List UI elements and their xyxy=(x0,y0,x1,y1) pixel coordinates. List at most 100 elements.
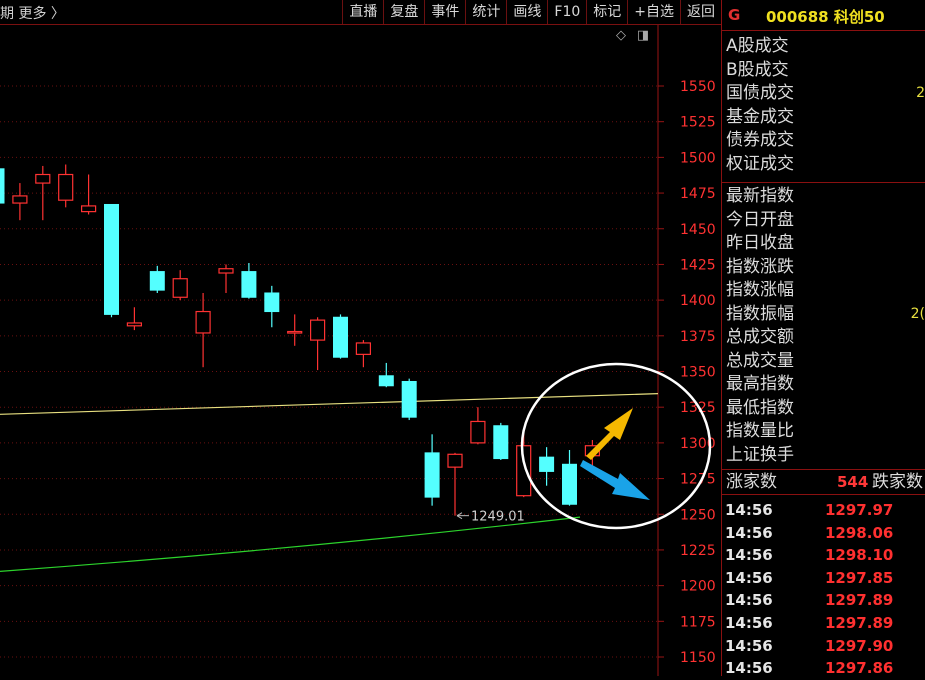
candle-body-down xyxy=(104,203,119,315)
candle-body-down xyxy=(539,456,555,472)
kline-svg[interactable]: 1550 1525 1500 1475 1450 1425 1400 1375 1350 1325… xyxy=(0,25,721,676)
candle-body-up xyxy=(218,268,234,274)
volume-row: 基金成交 xyxy=(722,106,925,130)
volume-label: 权证成交 xyxy=(726,153,794,174)
candle-body-down xyxy=(0,168,5,204)
candle-body-up xyxy=(80,205,97,213)
menu-back[interactable]: 返回 xyxy=(680,0,721,24)
tick-time: 14:56 xyxy=(725,546,773,565)
tick-row: 14:56 1297.89 xyxy=(722,612,925,635)
candle-body-up xyxy=(195,310,211,334)
y-tick-label: 1350 xyxy=(680,365,716,381)
index-row: 今日开盘 xyxy=(722,209,925,233)
y-tick-label: 1425 xyxy=(680,257,716,273)
candle-body-down xyxy=(401,380,417,418)
kline-chart[interactable]: 1550 1525 1500 1475 1450 1425 1400 1375 1350 1325… xyxy=(0,25,721,676)
index-row: 总成交量 xyxy=(722,350,925,374)
tick-price: 1297.85 xyxy=(825,568,894,587)
candle-body-up xyxy=(12,195,28,204)
y-tick-label: 1225 xyxy=(680,543,716,559)
tick-list: 14:56 1297.97 14:56 1298.06 14:56 1298.10 14:5… xyxy=(722,495,925,680)
index-label: 最新指数 xyxy=(726,186,794,206)
menu-draw[interactable]: 画线 xyxy=(506,0,547,24)
arrow-down-icon xyxy=(580,460,650,500)
y-tick-label: 1475 xyxy=(680,186,716,202)
tick-row: 14:56 1297.86 xyxy=(722,657,925,680)
y-tick-label: 1375 xyxy=(680,329,716,345)
candle-body-down xyxy=(333,316,348,358)
candle-body-up xyxy=(126,322,143,327)
index-row: 指数振幅 2( xyxy=(722,303,925,327)
tick-price: 1297.97 xyxy=(825,501,894,519)
menu-replay[interactable]: 复盘 xyxy=(383,0,424,24)
index-label: 今日开盘 xyxy=(726,209,794,230)
quote-panel: G 000688 科创50 A股成交 B股成交 国债成交 2 基金成交 债券成交 权证成交 … xyxy=(722,0,925,677)
ma-line-green xyxy=(0,516,581,572)
candle-body-up xyxy=(310,319,326,341)
menu-add-watchlist[interactable]: +自选 xyxy=(627,0,680,24)
candle-body-up xyxy=(287,330,303,334)
tick-time: 14:56 xyxy=(725,659,773,678)
candle-body-down xyxy=(424,452,440,498)
volume-label: 债券成交 xyxy=(726,130,794,150)
index-row: 上证换手 xyxy=(722,444,925,468)
y-tick-label: 1150 xyxy=(680,650,716,666)
candle-body-up xyxy=(172,278,188,298)
tick-time: 14:56 xyxy=(725,591,773,610)
volume-row: B股成交 xyxy=(722,59,925,83)
tick-row: 14:56 1298.10 xyxy=(722,544,925,567)
menu-live[interactable]: 直播 xyxy=(342,0,383,24)
menu-stats[interactable]: 统计 xyxy=(465,0,506,24)
menu-f10[interactable]: F10 xyxy=(547,0,586,24)
volume-section: A股成交 B股成交 国债成交 2 基金成交 债券成交权证成交 xyxy=(722,31,925,183)
y-tick-label: 1250 xyxy=(680,507,716,523)
ma-line-yellow xyxy=(0,393,659,415)
index-label: 最低指数 xyxy=(726,397,794,418)
index-label: 最高指数 xyxy=(726,374,794,394)
y-tick-label: 1450 xyxy=(680,222,716,238)
y-tick-label: 1325 xyxy=(680,400,716,416)
chart-tools: ◇ ◨ xyxy=(614,29,656,45)
candle-body-up xyxy=(58,173,74,201)
volume-row: 权证成交 xyxy=(722,153,925,177)
diamond-icon[interactable]: ◇ xyxy=(614,29,628,43)
tick-price: 1297.90 xyxy=(825,636,894,655)
index-row: 总成交额 xyxy=(722,326,925,350)
menu-mark[interactable]: 标记 xyxy=(586,0,627,24)
index-row: 最新指数 xyxy=(722,185,925,209)
candle-body-up xyxy=(355,342,371,355)
top-toolbar: 期 更多 〉 直播 复盘 事件 统计 画线 F10 标记 +自选 返回 xyxy=(0,0,721,25)
tick-row: 14:56 1297.90 xyxy=(722,635,925,658)
down-count-label: 跌家数 xyxy=(872,472,923,492)
index-label: 指数涨跌 xyxy=(726,256,794,277)
more-menu[interactable]: 期 更多 〉 xyxy=(0,3,65,23)
tick-price: 1298.06 xyxy=(825,523,894,542)
index-section: 最新指数 今日开盘 昨日收盘 指数涨跌 指数涨幅 指数振幅 2(总成交额 总成交量 最高指数 最低… xyxy=(722,183,925,470)
panel-toggle-icon[interactable]: ◨ xyxy=(636,29,650,43)
volume-label: A股成交 xyxy=(726,36,789,56)
tick-price: 1297.89 xyxy=(825,613,894,632)
candle-body-down xyxy=(493,425,509,460)
candle-body-down xyxy=(264,292,280,313)
g-badge: G xyxy=(728,6,741,24)
tick-price: 1298.10 xyxy=(825,546,894,565)
tick-price: 1297.89 xyxy=(825,591,894,610)
candle-body-down xyxy=(149,271,165,291)
menu-events[interactable]: 事件 xyxy=(424,0,465,24)
y-tick-label: 1400 xyxy=(680,293,716,309)
tick-row: 14:56 1298.06 xyxy=(722,522,925,545)
tick-time: 14:56 xyxy=(725,568,773,587)
candle-body-down xyxy=(562,463,577,505)
up-count: 544 xyxy=(837,473,869,491)
stock-name: 科创50 xyxy=(833,8,885,26)
index-row: 指数涨幅 xyxy=(722,279,925,303)
arrow-up-icon xyxy=(586,408,633,460)
index-label: 总成交额 xyxy=(726,327,794,347)
tick-row: 14:56 1297.97 xyxy=(722,499,925,522)
stock-code-name: 000688 科创50 xyxy=(766,6,885,27)
y-tick-label: 1550 xyxy=(680,79,716,95)
index-label: 指数涨幅 xyxy=(726,280,794,300)
volume-row: A股成交 xyxy=(722,35,925,59)
y-tick-label: 1200 xyxy=(680,579,716,595)
volume-row: 国债成交 2 xyxy=(722,82,925,106)
